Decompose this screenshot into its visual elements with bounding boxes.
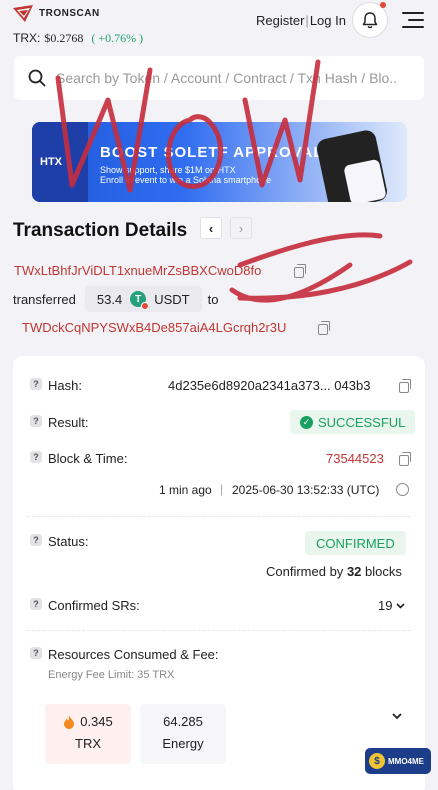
energy-box: 64.285 Energy (140, 704, 226, 764)
transfer-token: USDT (154, 291, 190, 307)
time-ago: 1 min ago (159, 483, 212, 497)
transferred-word: transferred (13, 291, 76, 307)
logo-text: TRONSCAN (39, 8, 100, 19)
register-link[interactable]: Register (256, 13, 304, 28)
confirmed-srs-label: Confirmed SRs: (48, 598, 140, 613)
notification-button[interactable] (352, 2, 388, 38)
timestamp: 2025-06-30 13:52:33 (UTC) (232, 483, 380, 497)
flame-icon (64, 714, 75, 729)
confirmed-by-text: Confirmed by 32 blocks (266, 564, 402, 579)
result-help-icon[interactable]: ? (30, 415, 42, 427)
trx-price: $0.2768 (44, 31, 84, 45)
tronscan-logo[interactable]: TRONSCAN (13, 5, 100, 22)
energy-fee-limit: Energy Fee Limit: 35 TRX (48, 669, 175, 681)
srs-value: 19 (378, 598, 393, 613)
srs-dropdown[interactable]: 19 (378, 598, 406, 613)
auth-separator: | (305, 13, 309, 28)
divider (27, 516, 411, 517)
trx-amount: 0.345 (80, 714, 113, 729)
expand-resources-icon[interactable] (392, 713, 402, 720)
resources-help-icon[interactable]: ? (30, 647, 42, 659)
chevron-left-icon: ‹ (208, 220, 214, 236)
copy-from-address-icon[interactable] (294, 264, 306, 278)
copy-hash-icon[interactable] (399, 379, 411, 393)
result-badge: ✓ SUCCESSFUL (290, 410, 416, 434)
status-badge: CONFIRMED (305, 531, 406, 555)
banner-brand: HTX (40, 156, 62, 168)
block-help-icon[interactable]: ? (30, 451, 42, 463)
divider (27, 630, 411, 631)
hash-label: Hash: (48, 378, 82, 393)
status-help-icon[interactable]: ? (30, 534, 42, 546)
energy-unit: Energy (162, 736, 204, 751)
banner-line2: Enroll in event to win a Solana smartpho… (100, 175, 272, 185)
trx-label: TRX: (13, 31, 41, 45)
block-number-link[interactable]: 73544523 (326, 451, 384, 466)
copy-to-address-icon[interactable] (318, 321, 330, 335)
status-value: CONFIRMED (316, 535, 395, 551)
usdt-token-icon: T (130, 291, 150, 310)
confirmed-by-suffix: blocks (365, 564, 402, 579)
login-link[interactable]: Log In (310, 13, 346, 28)
prev-transaction-button[interactable]: ‹ (200, 217, 222, 239)
confirmed-by-prefix: Confirmed by (266, 564, 344, 579)
time-separator: | (220, 482, 224, 496)
next-transaction-button[interactable]: › (230, 217, 252, 239)
watermark-coin-icon: $ (369, 753, 385, 769)
promo-banner[interactable]: HTX BOOST SOLETF APPROVAL Show support, … (32, 122, 407, 202)
from-address-link[interactable]: TWxLtBhfJrViDLT1xnueMrZsBBXCwoD8fo (14, 263, 261, 278)
check-icon: ✓ (300, 415, 313, 429)
notification-dot (380, 2, 386, 8)
hash-help-icon[interactable]: ? (30, 378, 42, 390)
chevron-down-icon (396, 602, 406, 609)
timezone-toggle-icon[interactable] (396, 483, 409, 496)
confirmed-by-count: 32 (346, 564, 362, 579)
block-time-label: Block & Time: (48, 451, 128, 466)
hash-value: 4d235e6d8920a2341a373... 043b3 (168, 378, 371, 393)
header: TRONSCAN TRX: $0.2768 ( +0.76% ) Registe… (0, 0, 438, 52)
bell-icon (362, 11, 378, 28)
resources-label: Resources Consumed & Fee: (48, 647, 219, 662)
search-bar[interactable] (14, 56, 424, 100)
trx-change: ( +0.76% ) (91, 31, 144, 45)
energy-amount: 64.285 (163, 714, 203, 729)
trx-unit: TRX (75, 736, 101, 751)
status-label: Status: (48, 534, 89, 549)
amount-pill[interactable]: 53.4 T USDT (84, 286, 202, 312)
search-icon (28, 69, 46, 87)
banner-title: BOOST SOLETF APPROVAL (100, 144, 324, 161)
transfer-amount: 53.4 (96, 291, 123, 307)
to-word: to (207, 291, 219, 307)
search-input[interactable] (56, 70, 396, 86)
banner-line1: Show support, share $1M on HTX (100, 165, 236, 175)
watermark-logo: $ MMO4ME (365, 748, 431, 774)
to-address-link[interactable]: TWDckCqNPYSWxB4De857aiA4LGcrqh2r3U (22, 320, 286, 335)
hamburger-menu-icon[interactable] (402, 12, 424, 30)
page-title: Transaction Details (13, 220, 188, 241)
auth-links: Register|Log In (256, 13, 346, 28)
trx-burned-box: 0.345 TRX (45, 704, 131, 764)
watermark-text: MMO4ME (388, 756, 424, 766)
chevron-right-icon: › (238, 220, 244, 236)
result-label: Result: (48, 415, 89, 430)
srs-help-icon[interactable]: ? (30, 598, 42, 610)
copy-block-icon[interactable] (399, 452, 411, 466)
result-value: SUCCESSFUL (318, 414, 406, 430)
tronscan-logo-icon (13, 5, 33, 22)
trx-price-row: TRX: $0.2768 ( +0.76% ) (13, 31, 143, 46)
transfer-summary: transferred 53.4 T USDT to (13, 286, 218, 312)
